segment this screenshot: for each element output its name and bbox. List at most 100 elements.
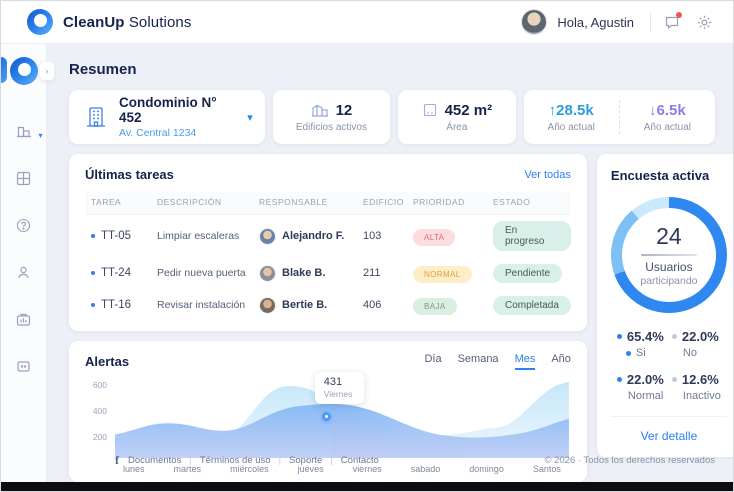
sidebar-item-portfolio[interactable] (14, 309, 34, 329)
bullet-icon (672, 377, 677, 382)
settings-button[interactable] (693, 11, 715, 33)
alerts-tabs: Día Semana Mes Año (424, 353, 570, 370)
survey-stat-normal: 22.0% Normal (617, 372, 672, 402)
tooltip-label: Viernes (324, 389, 353, 399)
task-building: 406 (363, 299, 413, 311)
facebook-icon[interactable]: f (115, 453, 119, 468)
row-bullet-icon (91, 271, 95, 275)
chart-tooltip: 431 Viernes (315, 372, 365, 404)
tasks-view-all-link[interactable]: Ver todas (524, 169, 570, 181)
donut-center: 24 Usuarios participando (622, 208, 716, 302)
tab-ano[interactable]: Año (551, 353, 571, 370)
donut-divider (641, 254, 697, 256)
col-estado: ESTADO (493, 197, 571, 207)
chart-point-marker[interactable] (322, 412, 331, 421)
notifications-button[interactable] (661, 11, 683, 33)
chevron-down-icon[interactable]: ▾ (247, 111, 253, 124)
bullet-icon (617, 377, 622, 382)
stat-label-area: Área (446, 122, 467, 133)
stat-value-buildings: 12 (336, 102, 353, 119)
briefcase-chart-icon (15, 311, 32, 328)
survey-detail-link[interactable]: Ver detalle (641, 429, 698, 443)
condo-address-link[interactable]: Av. Central 1234 (119, 127, 237, 139)
sidebar-item-buildings[interactable]: ▾ (14, 121, 34, 141)
brand-name-bold: CleanUp (63, 14, 125, 31)
trend-up-label: Año actual (548, 122, 595, 133)
table-row[interactable]: TT-16 Revisar instalación Bertie B. 406 … (85, 289, 571, 321)
stat-card-area: 452 m² Área (398, 90, 515, 144)
status-badge: En progreso (493, 221, 571, 251)
task-id: TT-16 (101, 299, 131, 311)
trend-down-value: ↓6.5k (649, 102, 686, 119)
tab-dia[interactable]: Día (424, 353, 441, 370)
survey-count: 24 (656, 223, 682, 250)
ytick: 200 (93, 432, 107, 442)
tab-semana[interactable]: Semana (458, 353, 499, 370)
survey-stat-si: 65.4% Si (617, 329, 672, 359)
survey-donut-chart[interactable]: 24 Usuarios participando (611, 197, 727, 313)
footer-link-terminos[interactable]: Términos de uso (200, 455, 289, 466)
brand-name-regular: Solutions (129, 14, 192, 31)
arrow-down-icon: ↓ (649, 102, 657, 119)
footer: f Documentos Términos de uso Soporte Con… (115, 453, 715, 468)
user-greeting[interactable]: Hola, Agustin (557, 15, 634, 30)
row-bullet-icon (91, 303, 95, 307)
survey-center-label-2: participando (640, 275, 697, 287)
trend-up-value: ↑28.5k (549, 102, 594, 119)
survey-stats: 65.4% Si 22.0% No 22.0% Normal 12.6% (617, 329, 727, 402)
footer-link-documentos[interactable]: Documentos (128, 455, 200, 466)
task-building: 103 (363, 230, 413, 242)
condo-selector-card[interactable]: Condominio N° 452 Av. Central 1234 ▾ (69, 90, 265, 144)
sidebar-logo-icon[interactable] (10, 57, 38, 85)
bottom-bar (1, 482, 733, 491)
tasks-table-header: TAREA DESCRIPCIÓN RESPONSABLE EDIFICIO P… (85, 192, 571, 215)
sidebar-item-messages[interactable] (14, 356, 34, 376)
tooltip-value: 431 (324, 376, 353, 388)
sidebar-item-grid[interactable] (14, 168, 34, 188)
trend-down-block: ↓6.5k Año actual (620, 102, 715, 133)
sidebar-collapse-button[interactable]: › (39, 61, 55, 81)
footer-link-contacto[interactable]: Contacto (341, 455, 379, 466)
help-circle-icon (15, 217, 32, 234)
sidebar-item-users[interactable] (14, 262, 34, 282)
stat-value-area: 452 m² (445, 102, 493, 119)
owner-avatar (259, 265, 276, 282)
chevron-down-icon: ▾ (38, 131, 42, 140)
status-badge: Pendiente (493, 264, 562, 283)
stat-label-buildings: Edificios activos (296, 122, 367, 133)
tab-mes[interactable]: Mes (515, 353, 536, 370)
table-row[interactable]: TT-05 Limpiar escaleras Alejandro F. 103… (85, 215, 571, 257)
sidebar: › ▾ (1, 43, 47, 482)
task-id: TT-05 (101, 230, 131, 242)
gear-icon (696, 14, 713, 31)
trend-down-label: Año actual (644, 122, 691, 133)
footer-link-soporte[interactable]: Soporte (289, 455, 341, 466)
priority-badge: BAJA (413, 298, 457, 315)
sidebar-nav: ▾ (14, 121, 34, 376)
survey-stat-no: 22.0% No (672, 329, 727, 359)
chart-y-axis: 600 400 200 (85, 378, 109, 460)
survey-stat-inactivo: 12.6% Inactivo (672, 372, 727, 402)
col-edificio: EDIFICIO (363, 197, 413, 207)
tasks-card: Últimas tareas Ver todas TAREA DESCRIPCI… (69, 154, 587, 331)
topbar-divider (650, 12, 651, 32)
user-avatar[interactable] (521, 9, 547, 35)
row-bullet-icon (91, 234, 95, 238)
survey-title: Encuesta activa (611, 168, 727, 183)
sidebar-item-help[interactable] (14, 215, 34, 235)
task-desc: Limpiar escaleras (157, 230, 259, 242)
table-row[interactable]: TT-24 Pedir nueva puerta Blake B. 211 NO… (85, 257, 571, 289)
user-icon (15, 264, 32, 281)
status-badge: Completada (493, 296, 571, 315)
notification-badge-dot (676, 12, 682, 18)
chart-plot-area[interactable]: 431 Viernes (115, 378, 569, 458)
col-responsable: RESPONSABLE (259, 197, 363, 207)
area-icon (422, 102, 438, 118)
copyright-text: © 2026 · Todos los derechos reservados (544, 455, 715, 466)
app-window: CleanUp Solutions Hola, Agustin (0, 0, 734, 492)
task-owner: Bertie B. (282, 299, 327, 311)
condo-title: Condominio N° 452 (119, 95, 237, 125)
stat-card-trends: ↑28.5k Año actual ↓6.5k Año actual (524, 90, 715, 144)
top-bar: CleanUp Solutions Hola, Agustin (1, 1, 733, 43)
col-tarea: TAREA (91, 197, 157, 207)
